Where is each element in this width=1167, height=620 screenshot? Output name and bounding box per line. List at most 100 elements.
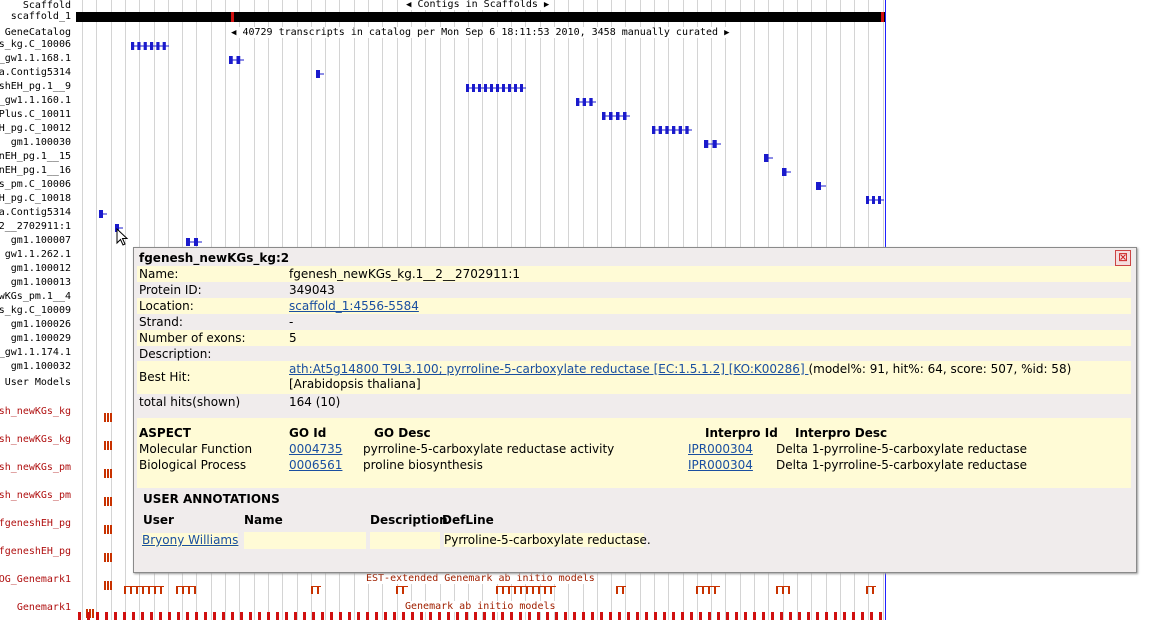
gene-model[interactable] [466, 83, 526, 93]
gene-model[interactable] [316, 69, 324, 79]
track-label[interactable]: fgeneshEH_pg [0, 518, 71, 529]
interpro-id-link[interactable]: IPR000304 [688, 442, 753, 456]
gene-model[interactable] [652, 125, 692, 135]
exon-block [107, 553, 109, 562]
exon-block [600, 612, 603, 620]
close-icon[interactable]: ⊠ [1115, 250, 1131, 266]
track-label[interactable]: a.Contig5314 [0, 67, 71, 78]
exon-block [105, 612, 108, 620]
track-label[interactable]: scaffold_1 [11, 11, 71, 22]
exon-block [231, 612, 234, 620]
track-label[interactable]: esh_newKGs_kg [0, 434, 71, 445]
location-link[interactable]: scaffold_1:4556-5584 [289, 298, 419, 314]
exon-block [330, 612, 333, 620]
exon-block [501, 612, 504, 620]
track-label[interactable]: gm1.100012 [11, 263, 71, 274]
track-label[interactable]: s_pm.C_10006 [0, 179, 71, 190]
go-id-link[interactable]: 0004735 [289, 442, 342, 456]
exon-block [744, 612, 747, 620]
gene-model[interactable] [866, 195, 884, 205]
track-label[interactable]: GeneCatalog [5, 27, 71, 38]
gene-model[interactable] [186, 237, 202, 247]
track-label[interactable]: _gw1.1.160.1 [0, 95, 71, 106]
track-label[interactable]: OG_Genemark1 [0, 574, 71, 585]
exon-block [96, 612, 99, 620]
gene-model[interactable] [131, 41, 169, 51]
field-strand: Strand: - [139, 315, 294, 329]
track-label[interactable]: Genemark1 [17, 602, 71, 613]
exon-block [492, 612, 495, 620]
gene-model[interactable] [764, 153, 773, 163]
track-label[interactable]: fgeneshEH_pg [0, 546, 71, 557]
track-label[interactable]: esh_newKGs_kg [0, 406, 71, 417]
left-arrow-icon[interactable]: ◀ [406, 0, 411, 10]
track-label[interactable]: esh_newKGs_pm [0, 490, 71, 501]
exon-block [483, 612, 486, 620]
go-header-aspect: ASPECT [139, 426, 191, 440]
exon-block [107, 525, 109, 534]
track-label[interactable]: nEH_pg.1__15 [0, 151, 71, 162]
exon-block [104, 525, 106, 534]
track-label[interactable]: H_pg.C_10018 [0, 193, 71, 204]
gene-model[interactable] [576, 97, 596, 107]
right-arrow-icon[interactable]: ▶ [544, 0, 549, 10]
gene-model[interactable] [782, 167, 791, 177]
exon-block [104, 441, 106, 450]
track-label[interactable]: nEH_pg.1__16 [0, 165, 71, 176]
track-label[interactable]: s_kg.C_10006 [0, 39, 71, 50]
gene-model[interactable] [602, 111, 630, 121]
exon-block [396, 586, 408, 594]
left-arrow-icon[interactable]: ◀ [231, 28, 236, 38]
exon-block [285, 612, 288, 620]
contigs-banner[interactable]: ◀ Contigs in Scaffolds ▶ [406, 0, 550, 10]
track-label[interactable]: _gw1.1.174.1 [0, 347, 71, 358]
exon-block [735, 612, 738, 620]
track-label[interactable]: gm1.100026 [11, 319, 71, 330]
track-label[interactable]: gm1.100029 [11, 333, 71, 344]
gene-model[interactable] [229, 55, 244, 65]
exon-block [402, 612, 405, 620]
track-label[interactable]: wKGs_pm.1__4 [0, 291, 71, 302]
exon-block [564, 612, 567, 620]
track-label[interactable]: esh_newKGs_pm [0, 462, 71, 473]
scaffold-bar[interactable] [76, 12, 886, 22]
exon-block [104, 553, 106, 562]
track-label[interactable]: gm1.100013 [11, 277, 71, 288]
exon-block [107, 469, 109, 478]
best-hit-link[interactable]: ath:At5g14800 T9L3.100; pyrroline-5-carb… [289, 362, 808, 376]
gene-model[interactable] [99, 209, 107, 219]
catalog-banner[interactable]: ◀ 40729 transcripts in catalog per Mon S… [231, 27, 730, 38]
exon-block [690, 612, 693, 620]
interpro-id-link[interactable]: IPR000304 [688, 458, 753, 472]
track-label[interactable]: shEH_pg.1__9 [0, 81, 71, 92]
track-label[interactable]: gm1.100007 [11, 235, 71, 246]
track-label[interactable]: Plus.C_10011 [0, 109, 71, 120]
annotation-defline-cell: Pyrroline-5-carboxylate reductase. [444, 533, 651, 547]
exon-block [276, 612, 279, 620]
gene-model[interactable] [816, 181, 826, 191]
track-label[interactable]: a.Contig5314 [0, 207, 71, 218]
exon-block [107, 581, 109, 590]
exon-block [123, 612, 126, 620]
track-label[interactable]: gm1.100030 [11, 137, 71, 148]
track-label[interactable]: gm1.100032 [11, 361, 71, 372]
exon-block [447, 612, 450, 620]
go-id-link[interactable]: 0006561 [289, 458, 342, 472]
track-label[interactable]: 2__2702911:1 [0, 221, 71, 232]
track-label[interactable]: Scaffold [23, 0, 71, 11]
track-label[interactable]: H_pg.C_10012 [0, 123, 71, 134]
gene-model[interactable] [704, 139, 721, 149]
track-label[interactable]: User Models [5, 377, 71, 388]
track-label[interactable]: s_kg.C_10009 [0, 305, 71, 316]
field-name: Name: fgenesh_newKGs_kg.1__2__2702911:1 [137, 266, 1131, 282]
annotator-link[interactable]: Bryony Williams [142, 533, 239, 547]
track-label[interactable]: gw1.1.262.1 [5, 249, 71, 260]
go-row-desc: proline biosynthesis [363, 458, 483, 472]
right-arrow-icon[interactable]: ▶ [724, 28, 729, 38]
genemark-banner: Genemark ab initio models [405, 601, 556, 612]
exon-block [618, 612, 621, 620]
exon-block [438, 612, 441, 620]
exon-block [240, 612, 243, 620]
exon-block [843, 612, 846, 620]
track-label[interactable]: _gw1.1.168.1 [0, 53, 71, 64]
